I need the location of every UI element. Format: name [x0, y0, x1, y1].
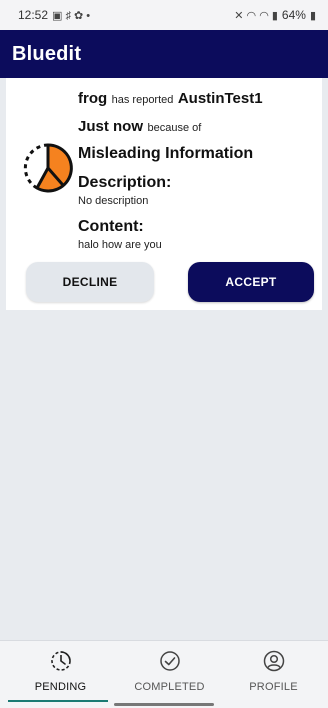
nav-pending[interactable]: PENDING — [6, 641, 115, 701]
content-heading: Content: — [78, 218, 144, 235]
app-title: Bluedit — [12, 42, 82, 65]
status-left: 12:52 ▣ ♯ ✿ • — [18, 8, 90, 22]
reporter-name: frog — [78, 90, 108, 107]
nav-completed[interactable]: COMPLETED — [115, 641, 224, 701]
nav-profile[interactable]: PROFILE — [219, 641, 328, 701]
nav-profile-label: PROFILE — [249, 681, 298, 693]
accept-button[interactable]: ACCEPT — [188, 262, 314, 302]
active-tab-indicator — [8, 700, 108, 702]
report-time: Just now — [78, 118, 144, 135]
report-reason: Misleading Information — [78, 145, 254, 162]
status-bar: 12:52 ▣ ♯ ✿ • ✕ ◠ ◠ ▮ 64% ▮ — [0, 0, 328, 30]
has-reported-text: has reported — [111, 94, 174, 106]
pending-clock-icon — [50, 651, 71, 671]
report-header-line: frog has reported AustinTest1 — [78, 90, 263, 108]
nav-pending-label: PENDING — [34, 681, 87, 693]
signal-icons: ✕ ◠ ◠ ▮ — [234, 9, 278, 22]
bottom-nav: PENDING COMPLETED PROFILE — [0, 640, 328, 708]
app-bar: Bluedit — [0, 30, 328, 78]
report-time-line: Just now because of — [78, 118, 201, 136]
status-right: ✕ ◠ ◠ ▮ 64% ▮ — [234, 8, 316, 22]
description-text: No description — [78, 195, 149, 207]
notification-icons: ▣ ♯ ✿ • — [52, 9, 91, 22]
report-card: frog has reported AustinTest1 Just now b… — [6, 78, 322, 310]
nav-completed-label: COMPLETED — [134, 681, 205, 693]
content-text: halo how are you — [78, 239, 162, 251]
status-time: 12:52 — [18, 8, 49, 22]
check-circle-icon — [159, 651, 180, 671]
profile-icon — [263, 650, 284, 672]
reported-user: AustinTest1 — [177, 90, 263, 107]
home-indicator — [114, 703, 214, 706]
battery-icon: ▮ — [309, 9, 316, 22]
decline-button[interactable]: DECLINE — [26, 262, 154, 302]
battery-percent: 64% — [281, 8, 306, 22]
description-heading: Description: — [78, 174, 172, 191]
clock-icon — [23, 143, 73, 193]
because-of-text: because of — [147, 122, 202, 134]
